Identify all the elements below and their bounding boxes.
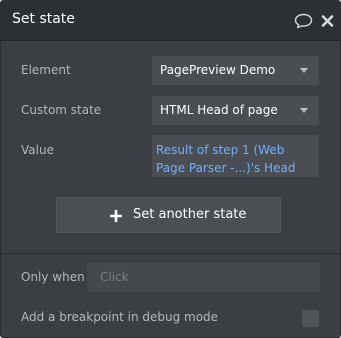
set-another-state-button[interactable]: Set another state — [56, 197, 281, 233]
element-dropdown-value: PagePreview Demo — [160, 63, 276, 77]
custom-state-label: Custom state — [21, 103, 102, 117]
breakpoint-checkbox[interactable] — [302, 310, 319, 327]
custom-state-dropdown-value: HTML Head of page — [160, 103, 278, 117]
chevron-down-icon — [300, 68, 308, 73]
breakpoint-label: Add a breakpoint in debug mode — [21, 310, 219, 324]
only-when-label: Only when — [21, 270, 85, 284]
panel-titlebar[interactable]: Set state — [1, 1, 340, 41]
value-expression-field[interactable]: Result of step 1 (Web Page Parser -...)'… — [152, 135, 319, 177]
section-divider — [1, 253, 340, 254]
only-when-condition-field[interactable]: Click — [87, 263, 320, 292]
custom-state-dropdown[interactable]: HTML Head of page — [152, 96, 319, 125]
close-icon[interactable] — [321, 13, 334, 27]
element-dropdown[interactable]: PagePreview Demo — [152, 56, 319, 85]
value-expression-text: Result of step 1 (Web Page Parser -...)'… — [156, 143, 296, 175]
chevron-down-icon — [300, 108, 308, 113]
plus-icon — [109, 208, 123, 222]
panel-title: Set state — [12, 11, 75, 27]
set-another-state-label: Set another state — [133, 207, 247, 222]
only-when-placeholder: Click — [100, 270, 129, 284]
set-state-panel: Set state Element PagePreview Demo Custo… — [0, 0, 341, 338]
value-label: Value — [21, 143, 54, 157]
comment-icon[interactable] — [294, 13, 313, 29]
element-label: Element — [21, 63, 71, 77]
